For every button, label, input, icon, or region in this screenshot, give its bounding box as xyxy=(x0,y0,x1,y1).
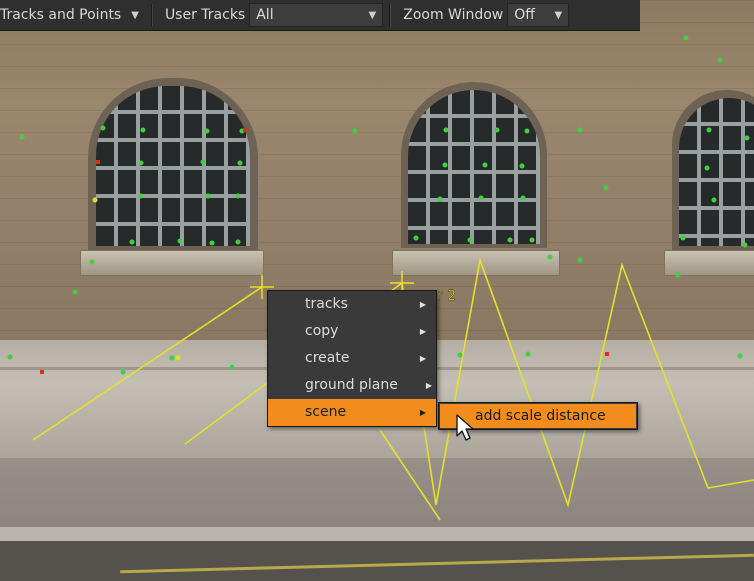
tracks-mode-dropdown[interactable]: Tracks and Points ▼ xyxy=(0,0,145,30)
menu-item-tracks[interactable]: tracks ▶ xyxy=(268,291,436,318)
menu-item-label: copy xyxy=(305,323,339,339)
chevron-down-icon: ▼ xyxy=(554,9,563,21)
chevron-down-icon: ▼ xyxy=(368,9,377,21)
submenu-arrow-icon: ▶ xyxy=(419,354,426,363)
menu-item-label: scene xyxy=(305,404,347,420)
user-tracks-label: User Tracks xyxy=(164,7,246,23)
toolbar-divider xyxy=(150,4,153,26)
chevron-down-icon: ▼ xyxy=(131,9,139,21)
user-tracks-value: All xyxy=(256,7,274,23)
menu-item-label: tracks xyxy=(305,296,348,312)
zoom-window-value: Off xyxy=(514,7,535,23)
toolbar-divider xyxy=(389,4,392,26)
menu-item-ground-plane[interactable]: ground plane ▶ xyxy=(268,372,436,399)
zoom-window-label: Zoom Window xyxy=(403,7,504,23)
scale-line-left xyxy=(32,286,263,441)
user-tracks-dropdown[interactable]: All ▼ xyxy=(249,3,384,27)
menu-item-label: add scale distance xyxy=(475,408,606,424)
zoom-window-dropdown[interactable]: Off ▼ xyxy=(507,3,570,27)
tracks-mode-value: Tracks and Points xyxy=(0,7,122,23)
menu-item-create[interactable]: create ▶ xyxy=(268,345,436,372)
menu-item-label: create xyxy=(305,350,350,366)
track-points-yellow xyxy=(92,197,181,361)
submenu-arrow-icon: ▶ xyxy=(425,381,432,390)
submenu-arrow-icon: ▶ xyxy=(419,408,426,417)
submenu-arrow-icon: ▶ xyxy=(419,300,426,309)
context-menu: tracks ▶ copy ▶ create ▶ ground plane ▶ … xyxy=(267,290,437,427)
menu-item-label: ground plane xyxy=(305,377,398,393)
menu-item-copy[interactable]: copy ▶ xyxy=(268,318,436,345)
submenu-arrow-icon: ▶ xyxy=(419,327,426,336)
viewer-toolbar: Tracks and Points ▼ User Tracks All ▼ Zo… xyxy=(0,0,640,31)
menu-item-scene[interactable]: scene ▶ xyxy=(268,399,436,426)
mouse-cursor-icon xyxy=(456,414,474,441)
track-label: r 2 xyxy=(437,288,456,304)
